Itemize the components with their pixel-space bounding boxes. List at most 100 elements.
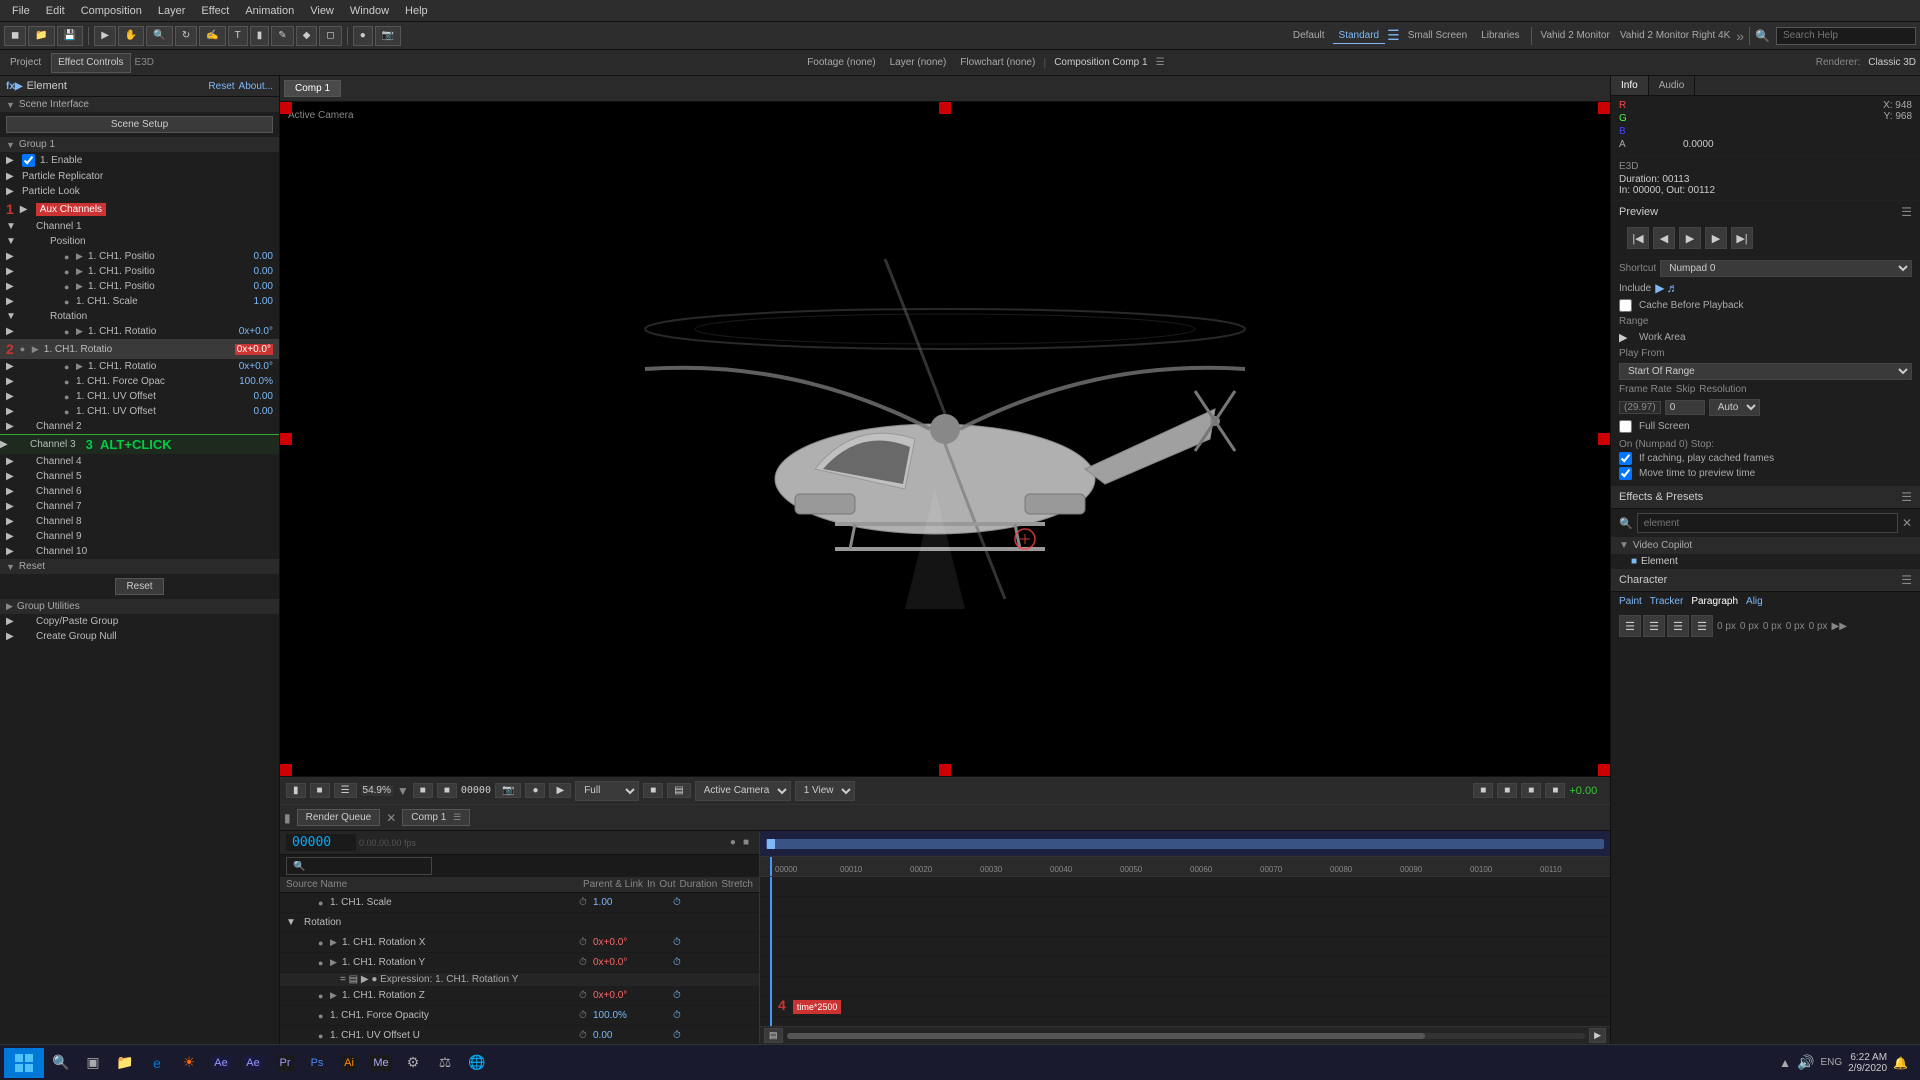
element-item[interactable]: ■ Element xyxy=(1611,554,1920,569)
menu-layer[interactable]: Layer xyxy=(150,5,194,17)
clone-tool[interactable]: ◆ xyxy=(296,26,318,46)
taskbar-globe[interactable]: 🌐 xyxy=(462,1049,492,1077)
tl-row-scale[interactable]: ● 1. CH1. Scale ⏱ 1.00 ⏱ xyxy=(280,893,759,913)
menu-animation[interactable]: Animation xyxy=(237,5,302,17)
tl-scale-stopwatch[interactable]: ⏱ xyxy=(579,897,593,908)
menu-edit[interactable]: Edit xyxy=(38,5,73,17)
tl-row-rotation-group[interactable]: ▼ Rotation xyxy=(280,913,759,933)
comp-menu-icon[interactable]: ☰ xyxy=(1156,57,1165,68)
tl-row-force-opac[interactable]: ● 1. CH1. Force Opacity ⏱ 100.0% ⏱ xyxy=(280,1006,759,1026)
res-select[interactable]: Auto xyxy=(1709,399,1760,416)
rp-info-tab[interactable]: Info xyxy=(1611,76,1649,95)
particle-look-item[interactable]: ▶ Particle Look xyxy=(0,184,279,199)
solo-btn[interactable]: ● xyxy=(730,837,736,848)
taskbar-ae2[interactable]: Ae xyxy=(238,1049,268,1077)
workspace-small[interactable]: Small Screen xyxy=(1402,28,1473,43)
copy-paste-item[interactable]: ▶ Copy/Paste Group xyxy=(0,614,279,629)
new-project-btn[interactable]: ◼ xyxy=(4,26,26,46)
tl-row-uv-u[interactable]: ● 1. CH1. UV Offset U ⏱ 0.00 ⏱ xyxy=(280,1026,759,1044)
shortcut-select[interactable]: Numpad 0 xyxy=(1660,260,1912,277)
region-btn[interactable]: ▮ xyxy=(286,783,306,798)
eraser-tool[interactable]: ◻ xyxy=(319,26,341,46)
alpha-btn[interactable]: ■ xyxy=(310,783,330,798)
tl-timecode[interactable]: 00000 xyxy=(286,834,356,851)
workspace-libraries[interactable]: Libraries xyxy=(1475,28,1525,43)
reset-btn2[interactable]: Reset xyxy=(115,578,163,595)
tracker-tab[interactable]: Tracker xyxy=(1650,596,1684,607)
menu-window[interactable]: Window xyxy=(342,5,397,17)
fullscreen-checkbox[interactable] xyxy=(1619,420,1632,433)
comp-btn[interactable]: ■ xyxy=(643,783,663,798)
tl-row-roty[interactable]: ● ▶ 1. CH1. Rotation Y ⏱ 0x+0.0° ⏱ xyxy=(280,953,759,973)
camera-select[interactable]: Active Camera xyxy=(695,781,791,801)
3d-btn[interactable]: ■ xyxy=(1545,783,1565,798)
menu-file[interactable]: File xyxy=(4,5,38,17)
fit-btn[interactable]: ■ xyxy=(413,783,433,798)
tl-rotx-stopwatch[interactable]: ⏱ xyxy=(579,937,593,948)
uv-offset-item[interactable]: ▶ ● 1. CH1. UV Offset 0.00 xyxy=(0,389,279,404)
comp1-tab-menu[interactable]: ☰ xyxy=(453,812,461,822)
about-btn[interactable]: About... xyxy=(239,81,273,92)
channel4-item[interactable]: ▶ Channel 4 xyxy=(0,454,279,469)
align-justify-btn[interactable]: ☰ xyxy=(1691,615,1713,637)
prev-last-btn[interactable]: ▶| xyxy=(1731,227,1753,249)
workspace-expand[interactable]: ☰ xyxy=(1387,27,1400,44)
camera-tool[interactable]: 📷 xyxy=(375,26,401,46)
channel-btn[interactable]: ● xyxy=(525,783,545,798)
tl-zoom-btn[interactable]: ▶ xyxy=(1589,1028,1606,1043)
type-tool[interactable]: T xyxy=(228,26,248,46)
view-select[interactable]: 1 View xyxy=(795,781,855,801)
hand-tool[interactable]: ✋ xyxy=(118,26,144,46)
effects-search-input[interactable] xyxy=(1637,513,1898,533)
channel5-item[interactable]: ▶ Channel 5 xyxy=(0,469,279,484)
taskbar-search[interactable]: 🔍 xyxy=(46,1049,76,1077)
rot2-item[interactable]: 2 ● ▶ 1. CH1. Rotatio 0x+0.0° xyxy=(0,339,279,359)
scale-item[interactable]: ▶ ● 1. CH1. Scale 1.00 xyxy=(0,294,279,309)
create-null-item[interactable]: ▶ Create Group Null xyxy=(0,629,279,644)
align-center-btn[interactable]: ☰ xyxy=(1643,615,1665,637)
preview-menu-icon[interactable]: ☰ xyxy=(1901,205,1912,219)
tl-scrollbar[interactable] xyxy=(787,1033,1586,1039)
snapshot-btn[interactable]: 📷 xyxy=(495,783,521,798)
include-video-icon[interactable]: ▶ xyxy=(1655,281,1664,295)
tl-row-rotx[interactable]: ● ▶ 1. CH1. Rotation X ⏱ 0x+0.0° ⏱ xyxy=(280,933,759,953)
notification-icon[interactable]: 🔔 xyxy=(1893,1056,1908,1070)
save-btn[interactable]: 💾 xyxy=(57,26,83,46)
shape-tool[interactable]: ▮ xyxy=(250,26,270,46)
taskbar-expand-icon[interactable]: ▲ xyxy=(1779,1056,1791,1070)
taskbar-ae[interactable]: Ae xyxy=(206,1049,236,1077)
cache-checkbox[interactable] xyxy=(1619,299,1632,312)
pen-tool[interactable]: ✍ xyxy=(199,26,225,46)
video-copilot-header[interactable]: ▼ Video Copilot xyxy=(1611,537,1920,554)
timeline-tracks[interactable]: 4 time*2500 xyxy=(760,877,1610,1026)
menu-view[interactable]: View xyxy=(302,5,342,17)
prev-first-btn[interactable]: |◀ xyxy=(1627,227,1649,249)
render-queue-tab[interactable]: Render Queue xyxy=(297,809,381,826)
pos2-item[interactable]: ▶ ● ▶ 1. CH1. Positio 0.00 xyxy=(0,264,279,279)
channel3-item[interactable]: ▶ Channel 3 3 ALT+CLICK xyxy=(0,434,279,454)
select-tool[interactable]: ▶ xyxy=(94,26,116,46)
taskbar-edge[interactable]: e xyxy=(142,1049,172,1077)
taskbar-firefox[interactable]: ☀ xyxy=(174,1049,204,1077)
zoom-down-icon[interactable]: ▼ xyxy=(397,784,409,798)
align-left-btn[interactable]: ☰ xyxy=(1619,615,1641,637)
paint-tool[interactable]: ✎ xyxy=(271,26,293,46)
rot1-item[interactable]: ▶ ● ▶ 1. CH1. Rotatio 0x+0.0° xyxy=(0,324,279,339)
paint-tab[interactable]: Paint xyxy=(1619,596,1642,607)
render-queue-x[interactable]: ✕ xyxy=(386,811,396,825)
paragraph-tab[interactable]: Paragraph xyxy=(1691,596,1738,607)
render-btn[interactable]: ▶ xyxy=(549,783,571,798)
tl-rotz-stopwatch[interactable]: ⏱ xyxy=(579,990,593,1001)
play-from-select[interactable]: Start Of Range xyxy=(1619,363,1912,380)
viewport[interactable]: Active Camera xyxy=(280,102,1610,776)
cache-play-check[interactable] xyxy=(1619,452,1632,465)
align-right-btn[interactable]: ☰ xyxy=(1667,615,1689,637)
render-queue-close[interactable]: ▮ xyxy=(284,811,291,825)
lock-btn[interactable]: ■ xyxy=(743,837,749,848)
effect-controls-tab[interactable]: Effect Controls xyxy=(51,53,130,73)
skip-input[interactable] xyxy=(1665,400,1705,415)
prev-back-btn[interactable]: ◀ xyxy=(1653,227,1675,249)
effects-clear-btn[interactable]: ✕ xyxy=(1902,516,1912,530)
rotation-item[interactable]: ▼ Rotation xyxy=(0,309,279,324)
zoom-tool[interactable]: 🔍 xyxy=(146,26,172,46)
